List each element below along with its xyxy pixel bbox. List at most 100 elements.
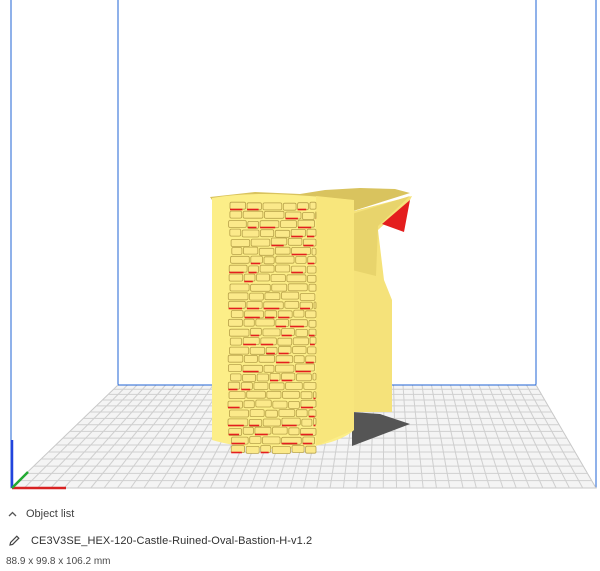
brick [229,201,247,210]
brick [241,229,260,238]
brick [242,246,259,255]
brick [300,391,313,400]
brick [249,292,264,301]
object-dimensions: 88.9 x 99.8 x 106.2 mm [6,556,111,567]
3d-viewport[interactable] [0,0,600,500]
object-panel: Object list CE3V3SE_HEX-120-Castle-Ruine… [0,500,600,571]
brick [272,426,288,435]
object-name: CE3V3SE_HEX-120-Castle-Ruined-Oval-Basti… [31,534,313,547]
brick [274,229,291,238]
brick [256,273,270,282]
brick [264,310,278,319]
brick [249,436,262,444]
brick [287,283,308,292]
brick [305,445,317,454]
brick [269,382,285,391]
brick [263,210,285,219]
brick [292,346,307,354]
brick [243,273,256,282]
brick [255,318,275,327]
brick [227,381,241,390]
brick [288,427,300,436]
brick [230,255,250,264]
brick [240,382,253,390]
brick [307,274,317,283]
brick [272,400,288,409]
brick [243,354,258,363]
brick [229,337,243,346]
object-name-row[interactable]: CE3V3SE_HEX-120-Castle-Ruined-Oval-Basti… [8,534,312,547]
brick [250,283,271,292]
brick [291,445,305,453]
brick [262,436,281,445]
brick [230,310,244,318]
brick [230,373,242,382]
brick [249,409,265,418]
brick [313,417,317,426]
brick [307,346,317,355]
brick [277,337,293,346]
brick [287,237,303,246]
brick [303,381,317,390]
brick [308,319,317,328]
brick [229,409,250,418]
object-list-label: Object list [26,508,75,520]
brick [293,355,305,364]
brick [230,445,245,454]
brick [275,319,289,327]
brick [262,418,281,427]
brick [260,445,272,453]
brick [295,409,308,418]
brick [301,418,313,427]
brick [242,373,257,382]
brick [242,210,264,219]
brick [255,399,272,408]
brick [231,247,243,255]
brick [278,345,292,354]
brick [246,390,266,399]
scene-canvas[interactable] [0,0,600,500]
brick [262,202,283,211]
brick [265,409,278,418]
brick [264,292,281,301]
brick [297,202,309,211]
brick [266,390,282,399]
brick [292,337,309,346]
brick [278,409,296,417]
pencil-icon[interactable] [8,534,21,547]
model-tower-side [316,196,354,446]
brick [228,264,248,273]
brick [269,372,281,381]
object-list-toggle[interactable]: Object list [6,508,74,520]
chevron-up-icon [6,508,18,520]
brick [284,300,300,309]
brick [295,328,308,337]
brick [286,274,307,283]
brick [280,220,297,229]
brick [259,220,280,229]
brick [302,212,315,220]
brick [291,246,312,255]
brick [227,318,243,327]
brick [281,328,295,336]
brick [229,346,250,355]
brick [281,417,301,426]
brick [274,246,291,255]
brick [293,309,305,318]
brick [229,328,250,337]
brick [249,346,266,355]
brick [271,283,288,292]
brick [228,391,246,400]
brick [309,201,317,210]
brick [228,273,244,282]
brick [229,228,242,237]
brick [295,373,312,382]
brick [228,220,247,228]
brick [275,264,291,273]
brick [228,300,246,309]
brick [259,264,275,273]
brick [306,265,317,274]
brick [250,238,271,247]
brick [309,336,317,345]
brick [230,239,251,247]
